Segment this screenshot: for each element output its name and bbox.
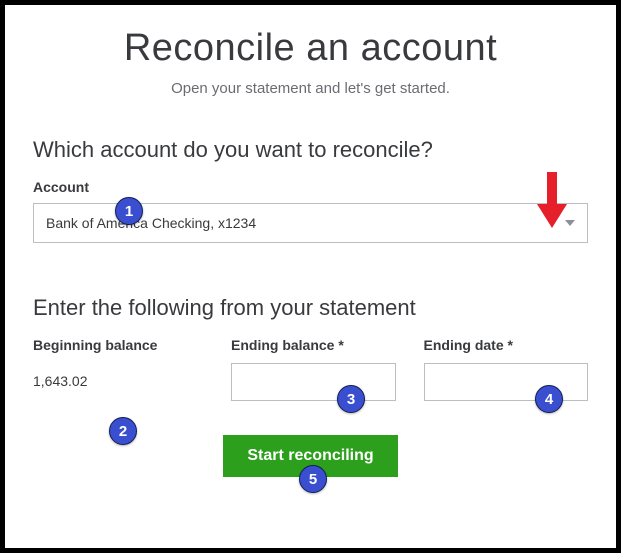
beginning-balance-label: Beginning balance: [33, 337, 203, 353]
account-label: Account: [33, 179, 588, 195]
annotation-badge-2: 2: [109, 417, 137, 445]
ending-date-label: Ending date *: [424, 337, 589, 353]
annotation-badge-3: 3: [337, 385, 365, 413]
ending-balance-label: Ending balance *: [231, 337, 396, 353]
annotation-badge-1: 1: [115, 197, 143, 225]
reconcile-dialog: Reconcile an account Open your statement…: [0, 0, 621, 553]
statement-section-heading: Enter the following from your statement: [33, 295, 588, 321]
ending-date-input[interactable]: [424, 363, 589, 401]
ending-balance-input[interactable]: [231, 363, 396, 401]
arrow-annotation-icon: [535, 170, 569, 230]
page-subtitle: Open your statement and let's get starte…: [33, 80, 588, 97]
annotation-badge-4: 4: [535, 385, 563, 413]
account-section-heading: Which account do you want to reconcile?: [33, 137, 588, 163]
account-select-value: Bank of America Checking, x1234: [46, 215, 256, 231]
beginning-balance-value: 1,643.02: [33, 373, 203, 389]
page-title: Reconcile an account: [33, 27, 588, 70]
annotation-badge-5: 5: [299, 465, 327, 493]
